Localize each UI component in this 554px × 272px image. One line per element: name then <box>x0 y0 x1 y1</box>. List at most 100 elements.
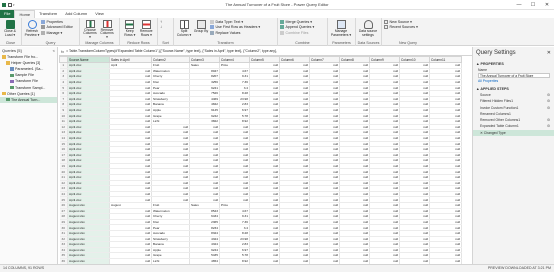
tab-transform[interactable]: Transform <box>35 10 61 18</box>
choose-columns-label: Choose Columns ▾ <box>83 27 97 40</box>
query-item-label: Sample File <box>15 73 34 78</box>
group-transform: Split Column ▾ Group By Data Type: Text … <box>174 18 278 46</box>
advanced-editor-label: Advanced Editor <box>46 25 73 30</box>
sort-buttons: ↑ ↓ <box>160 19 166 40</box>
formula-input[interactable]: = Table.TransformColumnTypes(#"Expanded … <box>66 49 472 53</box>
split-column-button[interactable]: Split Column ▾ <box>176 19 192 40</box>
headers-icon <box>210 25 214 30</box>
refresh-icon <box>27 20 37 29</box>
sort-descending-button[interactable]: ↓ <box>160 25 166 31</box>
data-source-settings-button[interactable]: Data source settings <box>358 19 378 40</box>
group-close: Close & Load ▾ Close <box>0 18 22 46</box>
query-settings-pane: Query Settings ✕ ▲ PROPERTIES Name The A… <box>472 47 554 264</box>
replace-values-button[interactable]: Replace Values <box>210 30 260 36</box>
sort-ascending-icon: ↑ <box>160 18 162 24</box>
close-load-icon <box>5 20 15 29</box>
group-label-sort: Sort <box>162 41 169 45</box>
manage-parameters-button[interactable]: Manage Parameters ▾ <box>330 19 352 40</box>
data-source-icon <box>363 20 373 29</box>
maximize-button[interactable]: ☐ <box>526 0 540 10</box>
parameter-icon <box>10 67 14 71</box>
chevron-down-icon[interactable]: ▾ <box>13 3 17 7</box>
remove-rows-button[interactable]: Remove Rows ▾ <box>139 19 155 40</box>
query-list: Transform File fro... Helper Queries [3] P… <box>0 54 57 103</box>
data-type-icon <box>210 19 214 24</box>
group-label-combine: Combine <box>295 41 310 45</box>
new-query-small-buttons: New Source ▾ Recent Sources ▾ <box>384 19 418 40</box>
keep-rows-icon <box>125 20 135 29</box>
group-manage-columns: Choose Columns ▾ Remove Columns ▾ Manage… <box>80 18 120 46</box>
group-combine: Merge Queries ▾ Append Queries ▾ Combine… <box>278 18 328 46</box>
all-properties-link[interactable]: All Properties <box>473 79 554 83</box>
query-settings-header: Query Settings ✕ <box>473 47 554 60</box>
recent-sources-icon <box>384 25 388 30</box>
applied-steps-list: Source ⚙ Filtered Hidden Files1 ⚙ Invoke Cus… <box>473 92 554 137</box>
query-item-label: Transform Sampl... <box>15 85 46 90</box>
applied-step[interactable]: ✕ Changed Type <box>473 129 554 137</box>
append-queries-label: Append Queries ▾ <box>285 25 315 30</box>
new-source-icon <box>384 19 388 24</box>
save-icon[interactable] <box>7 2 12 7</box>
folder-icon <box>2 55 6 59</box>
quick-access-toolbar: ▾ <box>2 2 19 7</box>
choose-columns-button[interactable]: Choose Columns ▾ <box>82 19 98 40</box>
group-label-manage-columns: Manage Columns <box>85 41 114 45</box>
group-label-new-query: New Query <box>399 41 417 45</box>
combine-files-button[interactable]: Combine Files <box>280 30 314 36</box>
group-by-label: Group By <box>193 29 209 33</box>
data-table: Source.Name Sales in April Column2 Column3 C… <box>59 56 462 264</box>
tab-view[interactable]: View <box>91 10 108 18</box>
close-and-load-button[interactable]: Close & Load ▾ <box>2 19 18 40</box>
data-type-label: Data Type: Text ▾ <box>215 19 244 24</box>
editor-icon <box>41 25 45 30</box>
remove-rows-label: Remove Rows ▾ <box>139 29 153 37</box>
split-column-label: Split Column ▾ <box>176 29 192 37</box>
recent-sources-button[interactable]: Recent Sources ▾ <box>384 25 418 31</box>
formula-bar: fx = Table.TransformColumnTypes(#"Expand… <box>59 47 472 56</box>
tab-home[interactable]: Home <box>14 10 36 18</box>
transform-small-buttons: Data Type: Text ▾ Use First Row as Heade… <box>210 19 260 40</box>
refresh-preview-button[interactable]: Refresh Preview ▾ <box>24 19 40 40</box>
properties-section-header[interactable]: ▲ PROPERTIES <box>473 62 554 66</box>
choose-columns-icon <box>85 20 95 28</box>
properties-icon <box>41 19 45 24</box>
use-first-row-headers-label: Use First Row as Headers ▾ <box>215 25 261 30</box>
queries-header: Queries [5] < <box>0 47 57 54</box>
query-item[interactable]: The Annual Turn... <box>0 96 57 103</box>
applied-steps-section-header[interactable]: ▲ APPLIED STEPS <box>473 87 554 91</box>
keep-rows-button[interactable]: Keep Rows ▾ <box>122 19 138 40</box>
tab-add-column[interactable]: Add Column <box>61 10 91 18</box>
window-controls: — ☐ ✕ <box>512 0 554 10</box>
gear-icon[interactable]: ⚙ <box>547 105 550 111</box>
table-icon <box>10 73 14 78</box>
manage-icon <box>41 30 45 35</box>
group-parameters: Manage Parameters ▾ Parameters <box>328 18 356 46</box>
table-icon <box>6 97 10 102</box>
table-icon <box>10 85 14 90</box>
query-item-label: Parameter1 (Sa... <box>15 67 44 72</box>
sort-descending-icon: ↓ <box>160 24 162 30</box>
group-reduce-rows: Keep Rows ▾ Remove Rows ▾ Reduce Rows <box>120 18 158 46</box>
remove-columns-button[interactable]: Remove Columns ▾ <box>99 19 115 40</box>
ribbon: Close & Load ▾ Close Refresh Preview ▾ P… <box>0 18 554 46</box>
group-by-button[interactable]: Group By <box>193 19 209 40</box>
queries-header-label: Queries [5] <box>2 48 22 53</box>
close-button[interactable]: ✕ <box>540 0 554 10</box>
append-icon <box>280 25 284 30</box>
function-icon <box>10 79 14 84</box>
query-name-field[interactable]: The Annual Turnover of a Fruit Store <box>478 72 550 78</box>
status-preview-time: PREVIEW DOWNLOADED AT 3:21 PM <box>487 266 551 270</box>
tab-file[interactable]: File <box>0 10 15 18</box>
combine-files-label: Combine Files <box>285 30 309 35</box>
collapse-pane-button[interactable]: < <box>53 47 55 54</box>
manage-button[interactable]: Manage ▾ <box>41 30 73 36</box>
status-bar: 14 COLUMNS, 91 ROWS PREVIEW DOWNLOADED A… <box>0 264 554 272</box>
close-settings-button[interactable]: ✕ <box>547 47 551 60</box>
gear-icon[interactable]: ⚙ <box>547 123 550 129</box>
properties-label: Properties <box>46 19 63 24</box>
minimize-button[interactable]: — <box>512 0 526 10</box>
data-source-settings-label: Data source settings <box>358 29 378 37</box>
replace-values-label: Replace Values <box>215 30 241 35</box>
folder-icon <box>2 91 6 96</box>
group-data-sources: Data source settings Data Sources <box>356 18 382 46</box>
